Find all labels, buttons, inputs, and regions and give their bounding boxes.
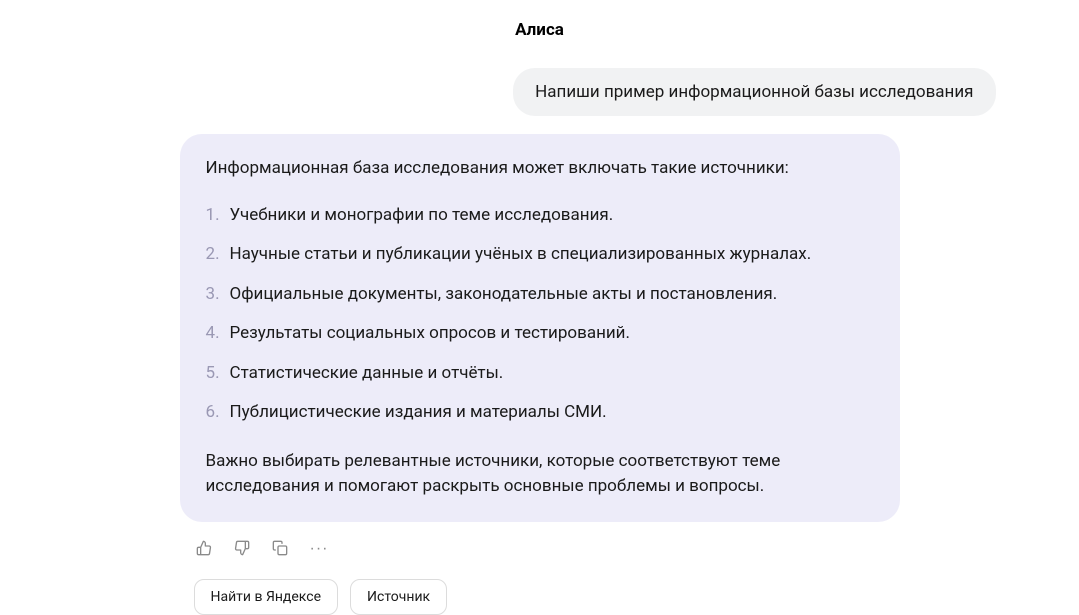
message-actions: ··· xyxy=(194,538,1000,561)
user-message-row: Напиши пример информационной базы исслед… xyxy=(80,68,1000,116)
copy-button[interactable] xyxy=(270,538,290,561)
user-message: Напиши пример информационной базы исслед… xyxy=(513,68,995,116)
copy-icon xyxy=(272,540,288,559)
list-item: Учебники и монографии по теме исследован… xyxy=(206,196,874,236)
list-item: Научные статьи и публикации учёных в спе… xyxy=(206,235,874,275)
assistant-intro: Информационная база исследования может в… xyxy=(206,156,874,182)
thumbs-down-icon xyxy=(234,540,250,559)
list-item: Статистические данные и отчёты. xyxy=(206,354,874,394)
page-title: Алиса xyxy=(80,20,1000,40)
thumbs-up-button[interactable] xyxy=(194,538,214,561)
source-button[interactable]: Источник xyxy=(350,579,447,615)
assistant-message: Информационная база исследования может в… xyxy=(180,134,900,522)
thumbs-down-button[interactable] xyxy=(232,538,252,561)
more-icon: ··· xyxy=(310,541,329,557)
list-item: Публицистические издания и материалы СМИ… xyxy=(206,393,874,433)
list-item: Официальные документы, законодательные а… xyxy=(206,275,874,315)
more-button[interactable]: ··· xyxy=(308,539,331,559)
assistant-outro: Важно выбирать релевантные источники, ко… xyxy=(206,449,874,500)
suggestion-buttons: Найти в Яндексе Источник xyxy=(194,579,1000,615)
thumbs-up-icon xyxy=(196,540,212,559)
assistant-list: Учебники и монографии по теме исследован… xyxy=(206,196,874,433)
yandex-search-button[interactable]: Найти в Яндексе xyxy=(194,579,339,615)
list-item: Результаты социальных опросов и тестиров… xyxy=(206,314,874,354)
